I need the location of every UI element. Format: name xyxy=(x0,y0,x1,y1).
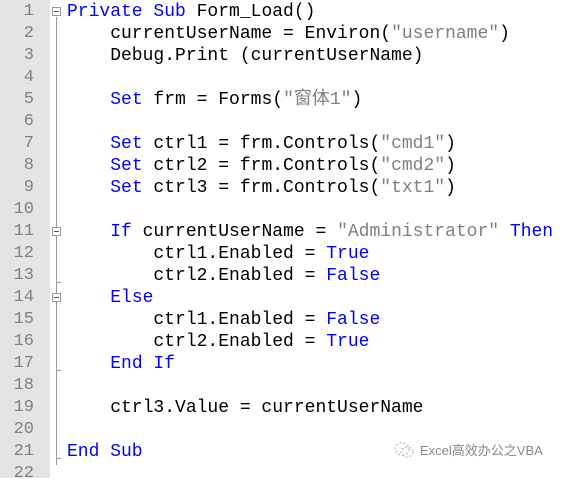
string-literal: "窗体1" xyxy=(283,90,352,110)
keyword: False xyxy=(326,310,381,330)
code-text: ctrl3 = frm.Controls( xyxy=(142,178,381,198)
keyword: Set xyxy=(110,90,143,110)
string-literal: "cmd1" xyxy=(380,134,446,154)
code-text: ) xyxy=(445,134,456,154)
keyword: True xyxy=(326,332,370,352)
keyword: Set xyxy=(110,156,143,176)
code-text: Debug.Print (currentUserName) xyxy=(67,46,424,66)
code-line: Debug.Print (currentUserName) xyxy=(67,45,423,67)
keyword: End If xyxy=(110,354,176,374)
line-number: 20 xyxy=(13,420,34,439)
fold-collapse-icon[interactable] xyxy=(52,227,61,236)
line-number: 21 xyxy=(13,442,34,461)
code-text: ctrl1.Enabled = xyxy=(67,310,327,330)
line-number: 15 xyxy=(13,310,34,329)
keyword: False xyxy=(326,266,381,286)
code-text: ctrl1.Enabled = xyxy=(67,244,327,264)
line-number: 12 xyxy=(13,244,34,263)
line-number: 13 xyxy=(13,266,34,285)
line-number: 6 xyxy=(23,112,34,131)
code-line: Private Sub Form_Load() xyxy=(67,1,315,23)
line-number: 9 xyxy=(23,178,34,197)
watermark-text: Excel高效办公之VBA xyxy=(420,443,543,458)
code-line: ctrl2.Enabled = False xyxy=(67,265,380,287)
code-text: ) xyxy=(445,178,456,198)
string-literal: "txt1" xyxy=(380,178,446,198)
string-literal: "Administrator" xyxy=(337,222,500,242)
line-number: 10 xyxy=(13,200,34,219)
code-line: ctrl1.Enabled = True xyxy=(67,243,369,265)
string-literal: "username" xyxy=(391,24,500,44)
fold-end-marker xyxy=(56,282,61,283)
code-text: ctrl1 = frm.Controls( xyxy=(142,134,381,154)
code-line: ctrl3.Value = currentUserName xyxy=(67,397,423,419)
line-number: 5 xyxy=(23,90,34,109)
line-number: 4 xyxy=(23,68,34,87)
line-number: 19 xyxy=(13,398,34,417)
fold-line xyxy=(56,17,57,465)
line-number: 14 xyxy=(13,288,34,307)
code-line: End If xyxy=(67,353,175,375)
line-number: 18 xyxy=(13,376,34,395)
code-text: ctrl2.Enabled = xyxy=(67,332,327,352)
keyword: Else xyxy=(110,288,154,308)
fold-collapse-icon[interactable] xyxy=(52,293,61,302)
line-number: 8 xyxy=(23,156,34,175)
keyword: End Sub xyxy=(67,442,143,462)
keyword: Set xyxy=(110,178,143,198)
keyword: Private Sub xyxy=(67,2,186,22)
watermark: Excel高效办公之VBA xyxy=(394,440,543,459)
code-line: ctrl1.Enabled = False xyxy=(67,309,380,331)
code-text: currentUserName = xyxy=(131,222,338,242)
line-number: 2 xyxy=(23,24,34,43)
code-text: ctrl2 = frm.Controls( xyxy=(142,156,381,176)
code-text: ) xyxy=(351,90,363,110)
code-text: frm = Forms( xyxy=(142,90,284,110)
code-line: currentUserName = Environ("username") xyxy=(67,23,510,45)
code-line: Else xyxy=(67,287,153,309)
line-number: 11 xyxy=(13,222,34,241)
code-line: End Sub xyxy=(67,441,143,463)
keyword: Then xyxy=(509,222,554,242)
line-number: 16 xyxy=(13,332,34,351)
code-line: Set frm = Forms("窗体1") xyxy=(67,89,362,111)
line-number: 1 xyxy=(23,2,34,21)
fold-end-marker xyxy=(56,370,61,371)
code-line: Set ctrl1 = frm.Controls("cmd1") xyxy=(67,133,456,155)
keyword: True xyxy=(326,244,370,264)
fold-end-marker xyxy=(56,458,61,459)
wechat-icon xyxy=(394,442,414,457)
code-text: ctrl2.Enabled = xyxy=(67,266,327,286)
code-line: Set ctrl2 = frm.Controls("cmd2") xyxy=(67,155,456,177)
code-text: ctrl3.Value = currentUserName xyxy=(67,398,424,418)
code-text: currentUserName = Environ( xyxy=(67,24,392,44)
keyword: If xyxy=(110,222,132,242)
code-text: Form_Load() xyxy=(185,2,316,22)
code-line: ctrl2.Enabled = True xyxy=(67,331,369,353)
code-line: Set ctrl3 = frm.Controls("txt1") xyxy=(67,177,456,199)
code-text: ) xyxy=(445,156,456,176)
string-literal: "cmd2" xyxy=(380,156,446,176)
line-number: 7 xyxy=(23,134,34,153)
fold-collapse-icon[interactable] xyxy=(52,7,61,16)
code-line: If currentUserName = "Administrator" The… xyxy=(67,221,553,243)
keyword: Set xyxy=(110,134,143,154)
line-number: 3 xyxy=(23,46,34,65)
line-number: 22 xyxy=(13,464,34,483)
line-number: 17 xyxy=(13,354,34,373)
code-text: ) xyxy=(499,24,510,44)
